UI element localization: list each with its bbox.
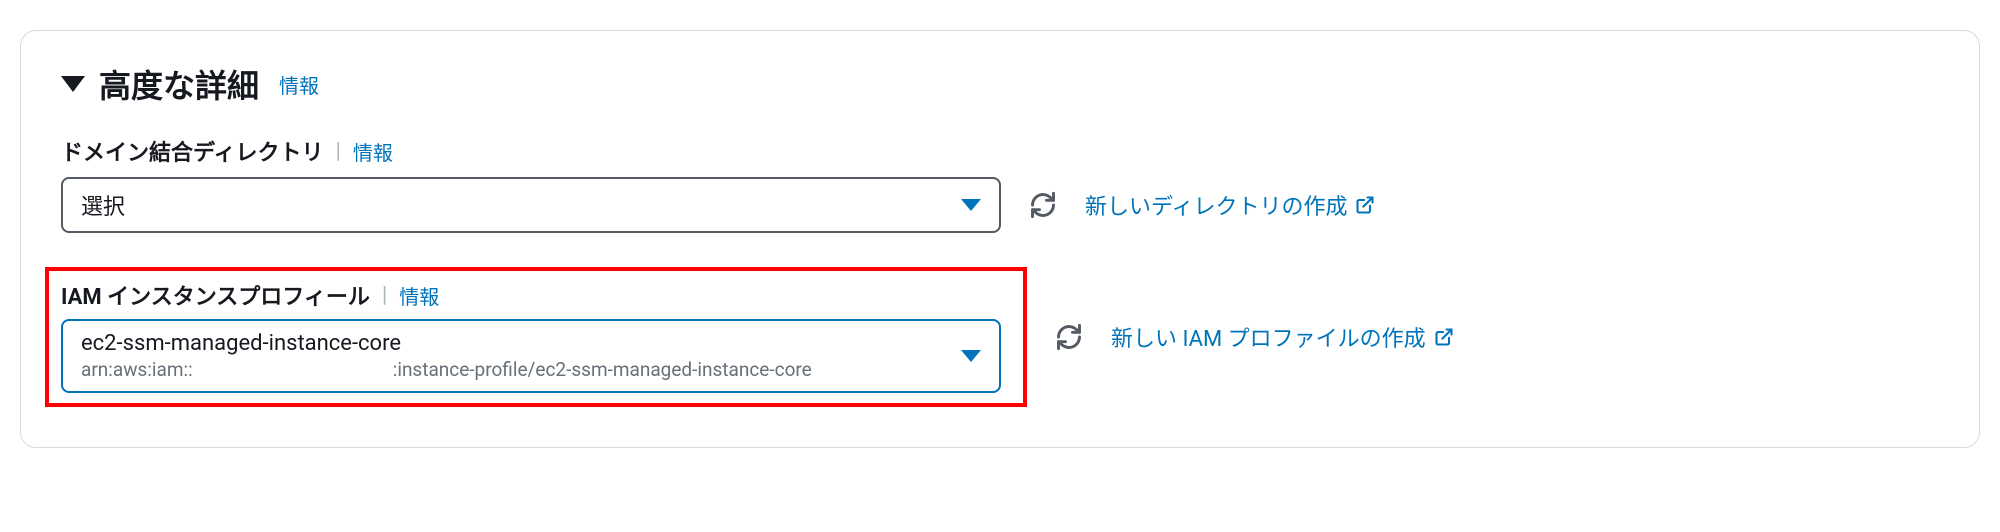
iam-profile-arn: arn:aws:iam:::instance-profile/ec2-ssm-m…: [81, 358, 812, 381]
external-link-icon: [1355, 195, 1375, 215]
create-directory-link-text: 新しいディレクトリの作成: [1085, 189, 1347, 221]
caret-down-icon[interactable]: [61, 76, 85, 92]
iam-profile-info-link[interactable]: 情報: [399, 281, 439, 310]
create-directory-link[interactable]: 新しいディレクトリの作成: [1085, 189, 1375, 221]
iam-profile-arn-suffix: :instance-profile/ec2-ssm-managed-instan…: [393, 358, 812, 381]
section-info-link[interactable]: 情報: [279, 70, 319, 99]
domain-join-label-row: ドメイン結合ディレクトリ | 情報: [61, 135, 1939, 167]
iam-profile-highlight: IAM インスタンスプロフィール | 情報 ec2-ssm-managed-in…: [45, 267, 1027, 407]
iam-profile-select-value: ec2-ssm-managed-instance-core: [81, 331, 812, 356]
domain-join-info-link[interactable]: 情報: [353, 137, 393, 166]
iam-profile-row-outer: IAM インスタンスプロフィール | 情報 ec2-ssm-managed-in…: [61, 267, 1939, 407]
iam-profile-arn-redacted: [193, 361, 393, 381]
domain-join-select-value: 選択: [81, 189, 125, 221]
domain-join-label: ドメイン結合ディレクトリ: [61, 135, 323, 167]
iam-profile-select[interactable]: ec2-ssm-managed-instance-core arn:aws:ia…: [61, 319, 1001, 393]
domain-join-field: ドメイン結合ディレクトリ | 情報 選択 新しいディレクトリの作成: [61, 135, 1939, 233]
label-divider: |: [335, 139, 340, 164]
create-iam-profile-link-text: 新しい IAM プロファイルの作成: [1111, 321, 1426, 353]
advanced-details-panel: 高度な詳細 情報 ドメイン結合ディレクトリ | 情報 選択 新しいディレクトリの: [20, 30, 1980, 448]
create-iam-profile-link[interactable]: 新しい IAM プロファイルの作成: [1111, 321, 1454, 353]
refresh-icon[interactable]: [1029, 191, 1057, 219]
iam-profile-label-row: IAM インスタンスプロフィール | 情報: [61, 279, 1011, 311]
iam-profile-label: IAM インスタンスプロフィール: [61, 279, 370, 311]
chevron-down-icon: [961, 350, 981, 362]
label-divider: |: [382, 283, 387, 308]
external-link-icon: [1434, 327, 1454, 347]
iam-profile-arn-prefix: arn:aws:iam::: [81, 358, 193, 381]
domain-join-row: 選択 新しいディレクトリの作成: [61, 177, 1939, 233]
refresh-icon[interactable]: [1055, 323, 1083, 351]
section-header: 高度な詳細 情報: [61, 61, 1939, 107]
section-title: 高度な詳細: [99, 61, 259, 107]
chevron-down-icon: [961, 199, 981, 211]
domain-join-select[interactable]: 選択: [61, 177, 1001, 233]
